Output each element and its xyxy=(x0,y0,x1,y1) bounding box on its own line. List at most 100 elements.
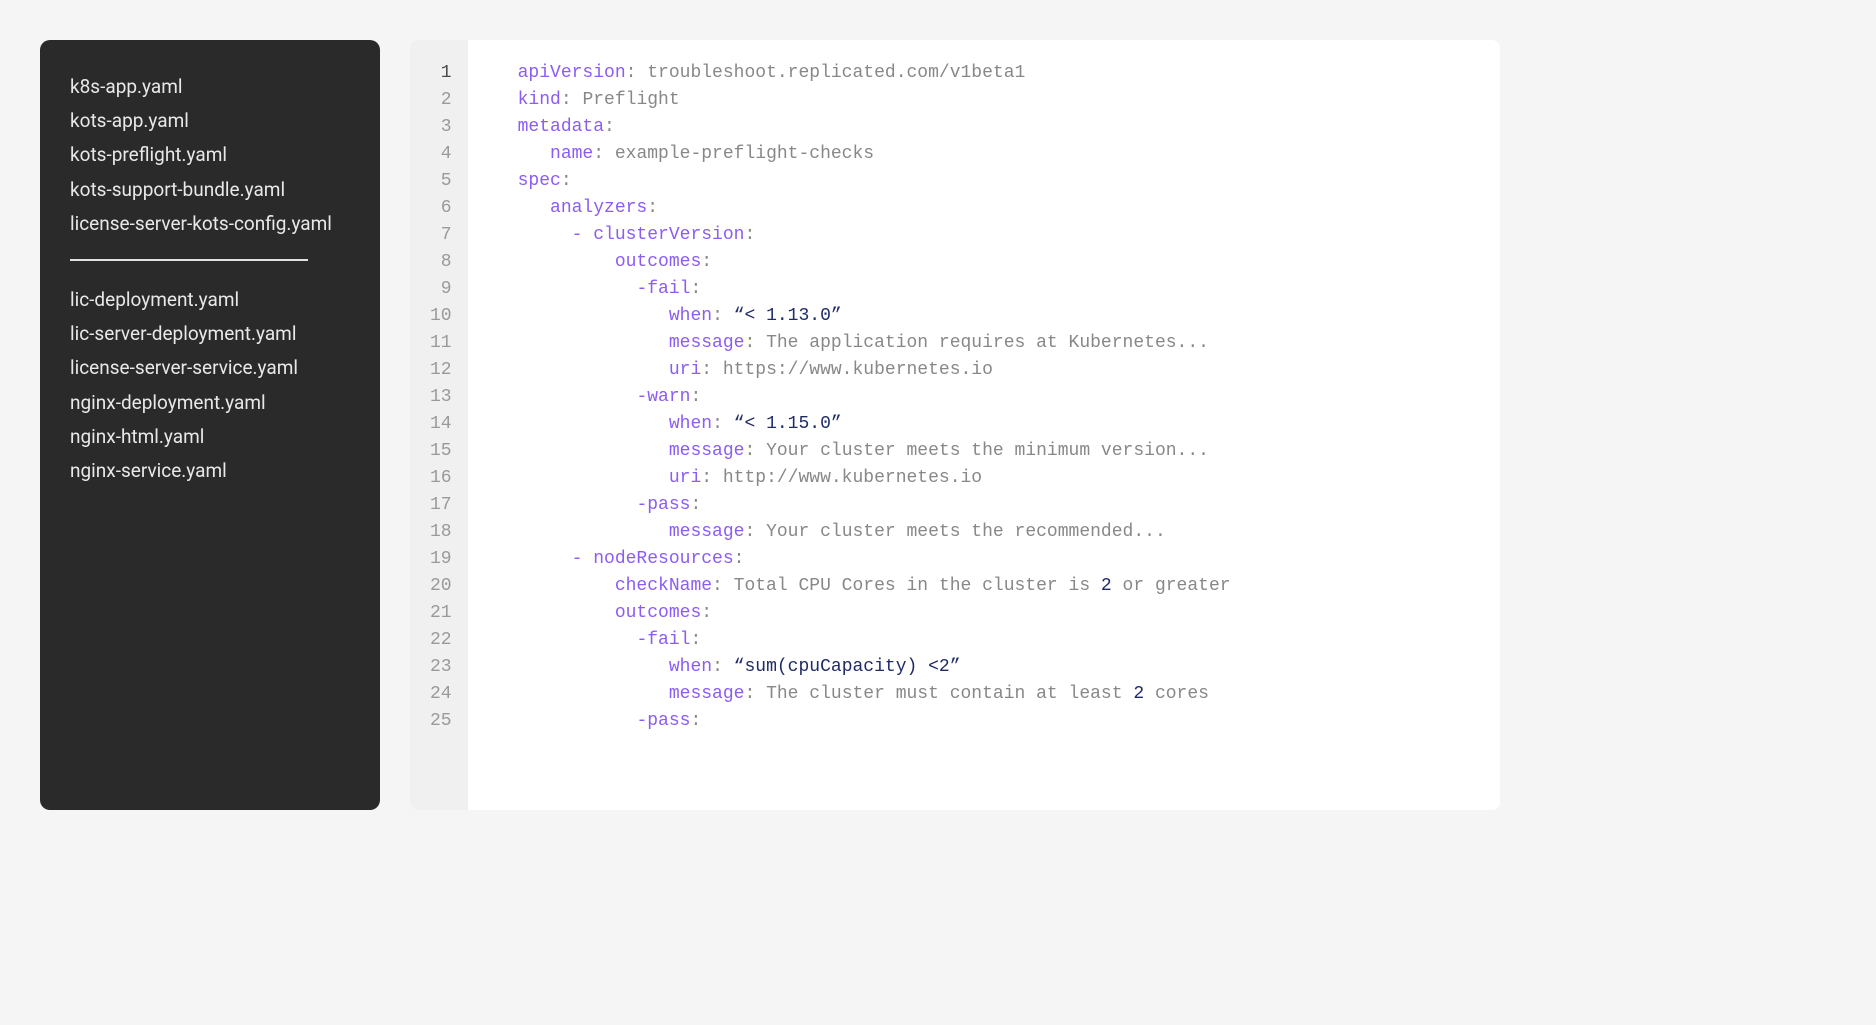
line-number: 24 xyxy=(430,681,452,708)
token-key: - clusterVersion xyxy=(572,225,745,245)
token-indent xyxy=(518,387,637,407)
token-key: message xyxy=(669,684,745,704)
file-item[interactable]: license-server-service.yaml xyxy=(70,351,350,385)
token-key: outcomes xyxy=(615,603,701,623)
code-line[interactable]: when: “< 1.15.0” xyxy=(518,411,1480,438)
token-key: outcomes xyxy=(615,252,701,272)
code-line[interactable]: analyzers: xyxy=(518,195,1480,222)
file-group-2: lic-deployment.yamllic-server-deployment… xyxy=(70,283,350,488)
token-key: uri xyxy=(669,360,701,380)
line-number: 17 xyxy=(430,492,452,519)
token-indent xyxy=(518,441,669,461)
code-line[interactable]: spec: xyxy=(518,168,1480,195)
token-indent xyxy=(518,495,637,515)
line-number: 14 xyxy=(430,411,452,438)
file-sidebar: k8s-app.yamlkots-app.yamlkots-preflight.… xyxy=(40,40,380,810)
code-line[interactable]: -warn: xyxy=(518,384,1480,411)
line-number: 20 xyxy=(430,573,452,600)
file-item[interactable]: nginx-service.yaml xyxy=(70,454,350,488)
line-number: 1 xyxy=(430,60,452,87)
code-line[interactable]: -fail: xyxy=(518,276,1480,303)
line-number: 19 xyxy=(430,546,452,573)
token-punct: : xyxy=(744,522,766,542)
token-key: when xyxy=(669,657,712,677)
token-punct: : xyxy=(690,279,701,299)
code-line[interactable]: message: The cluster must contain at lea… xyxy=(518,681,1480,708)
token-key: spec xyxy=(518,171,561,191)
code-line[interactable]: outcomes: xyxy=(518,600,1480,627)
token-indent xyxy=(518,576,615,596)
code-line[interactable]: -pass: xyxy=(518,492,1480,519)
token-key: -fail xyxy=(636,630,690,650)
code-line[interactable]: when: “sum(cpuCapacity) <2” xyxy=(518,654,1480,681)
code-line[interactable]: apiVersion: troubleshoot.replicated.com/… xyxy=(518,60,1480,87)
token-punct: : xyxy=(744,441,766,461)
token-key: message xyxy=(669,441,745,461)
line-number: 2 xyxy=(430,87,452,114)
token-indent xyxy=(518,684,669,704)
token-key: when xyxy=(669,306,712,326)
code-line[interactable]: uri: http://www.kubernetes.io xyxy=(518,465,1480,492)
token-indent xyxy=(518,225,572,245)
token-key: uri xyxy=(669,468,701,488)
file-item[interactable]: lic-deployment.yaml xyxy=(70,283,350,317)
file-item[interactable]: k8s-app.yaml xyxy=(70,70,350,104)
token-key: - nodeResources xyxy=(572,549,734,569)
token-indent xyxy=(518,198,550,218)
code-line[interactable]: - nodeResources: xyxy=(518,546,1480,573)
code-line[interactable]: name: example-preflight-checks xyxy=(518,141,1480,168)
line-number: 22 xyxy=(430,627,452,654)
token-indent xyxy=(518,549,572,569)
code-line[interactable]: - clusterVersion: xyxy=(518,222,1480,249)
token-key: analyzers xyxy=(550,198,647,218)
code-line[interactable]: -fail: xyxy=(518,627,1480,654)
token-key: -pass xyxy=(636,711,690,731)
code-area[interactable]: apiVersion: troubleshoot.replicated.com/… xyxy=(468,40,1500,810)
code-line[interactable]: message: The application requires at Kub… xyxy=(518,330,1480,357)
token-str: “< 1.15.0” xyxy=(734,414,842,434)
token-indent xyxy=(518,630,637,650)
token-val: The cluster must contain at least xyxy=(766,684,1133,704)
code-line[interactable]: checkName: Total CPU Cores in the cluste… xyxy=(518,573,1480,600)
token-num: 2 xyxy=(1101,576,1112,596)
code-line[interactable]: metadata: xyxy=(518,114,1480,141)
token-key: name xyxy=(550,144,593,164)
token-punct: : xyxy=(712,414,734,434)
code-line[interactable]: uri: https://www.kubernetes.io xyxy=(518,357,1480,384)
line-number: 21 xyxy=(430,600,452,627)
file-item[interactable]: lic-server-deployment.yaml xyxy=(70,317,350,351)
token-punct: : xyxy=(690,630,701,650)
code-line[interactable]: message: Your cluster meets the recommen… xyxy=(518,519,1480,546)
file-group-1: k8s-app.yamlkots-app.yamlkots-preflight.… xyxy=(70,70,350,241)
token-val: Your cluster meets the recommended... xyxy=(766,522,1166,542)
code-editor[interactable]: 1234567891011121314151617181920212223242… xyxy=(410,40,1500,810)
file-item[interactable]: license-server-kots-config.yaml xyxy=(70,207,350,241)
code-line[interactable]: outcomes: xyxy=(518,249,1480,276)
line-number: 6 xyxy=(430,195,452,222)
token-num: 2 xyxy=(1133,684,1144,704)
file-item[interactable]: kots-support-bundle.yaml xyxy=(70,173,350,207)
file-item[interactable]: nginx-html.yaml xyxy=(70,420,350,454)
token-val: The application requires at Kubernetes..… xyxy=(766,333,1209,353)
file-item[interactable]: kots-preflight.yaml xyxy=(70,138,350,172)
line-number: 4 xyxy=(430,141,452,168)
file-item[interactable]: kots-app.yaml xyxy=(70,104,350,138)
token-key: checkName xyxy=(615,576,712,596)
token-key: -fail xyxy=(636,279,690,299)
code-line[interactable]: -pass: xyxy=(518,708,1480,735)
file-item[interactable]: nginx-deployment.yaml xyxy=(70,386,350,420)
line-number: 15 xyxy=(430,438,452,465)
token-punct: : xyxy=(561,171,572,191)
token-val: https://www.kubernetes.io xyxy=(723,360,993,380)
token-val: http://www.kubernetes.io xyxy=(723,468,982,488)
code-line[interactable]: message: Your cluster meets the minimum … xyxy=(518,438,1480,465)
token-punct: : xyxy=(744,225,755,245)
token-str: “sum(cpuCapacity) <2” xyxy=(734,657,961,677)
code-line[interactable]: kind: Preflight xyxy=(518,87,1480,114)
code-line[interactable]: when: “< 1.13.0” xyxy=(518,303,1480,330)
line-number: 23 xyxy=(430,654,452,681)
line-number: 10 xyxy=(430,303,452,330)
line-number: 3 xyxy=(430,114,452,141)
token-val: example-preflight-checks xyxy=(615,144,874,164)
token-punct: : xyxy=(604,117,615,137)
